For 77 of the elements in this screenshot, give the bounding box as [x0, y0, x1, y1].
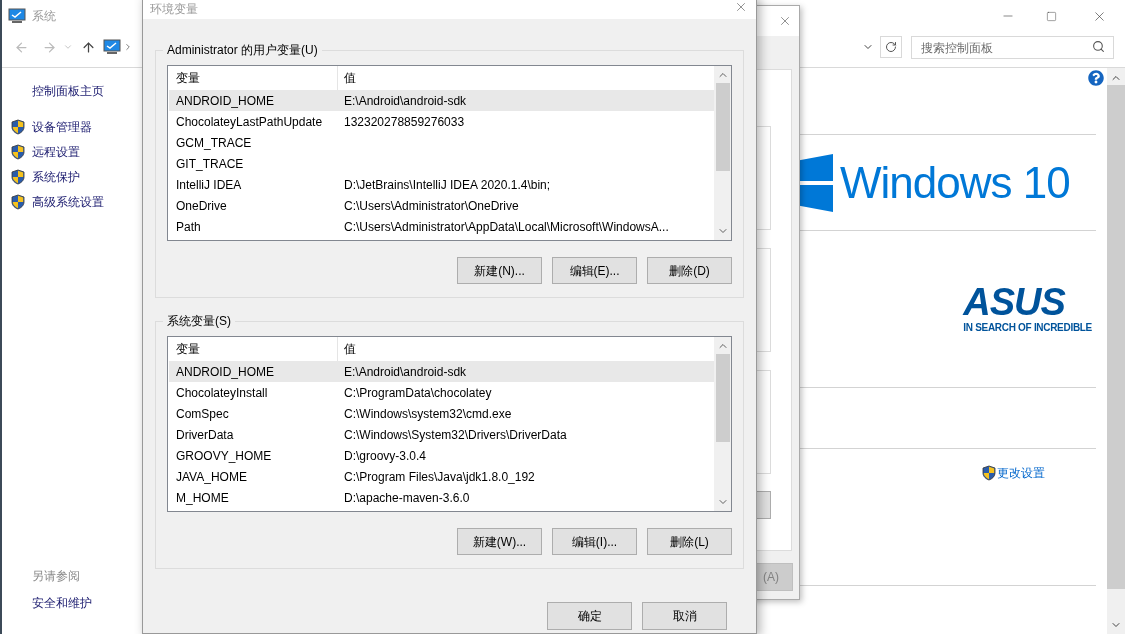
variable-value: C:\Windows\System32\Drivers\DriverData — [343, 426, 567, 444]
variable-value: E:\Android\android-sdk — [343, 363, 467, 381]
variable-name: DriverData — [175, 426, 235, 444]
variable-name: IntelliJ IDEA — [175, 176, 243, 194]
change-settings-link[interactable]: 更改设置 — [997, 464, 1045, 482]
window-title: 系统 — [32, 8, 56, 25]
variable-name: GCM_TRACE — [175, 134, 253, 152]
dialog-button[interactable]: 删除(D) — [647, 257, 732, 284]
sidebar-link[interactable]: 系统保护 — [32, 167, 80, 186]
monitor-icon — [103, 39, 121, 55]
variable-value: D:\apache-maven-3.6.0 — [343, 489, 470, 507]
variable-name: JAVA_HOME — [175, 468, 248, 486]
logo-tagline: IN SEARCH OF INCREDIBLE — [963, 320, 1092, 335]
shield-icon — [10, 193, 26, 210]
logo-text: ASUS — [963, 283, 1065, 320]
variable-row[interactable]: ANDROID_HOME E:\Android\android-sdk — [169, 361, 714, 382]
dialog-button[interactable]: 编辑(I)... — [552, 528, 637, 555]
variable-name: Path — [175, 218, 202, 236]
sidebar-link[interactable]: 高级系统设置 — [32, 192, 104, 211]
help-icon[interactable] — [1088, 70, 1104, 86]
sidebar-link[interactable]: 安全和维护 — [32, 594, 144, 612]
scrollbar[interactable] — [714, 66, 731, 240]
sidebar-link[interactable]: 控制面板主页 — [32, 82, 144, 100]
refresh-button[interactable] — [880, 36, 902, 58]
shield-icon — [10, 143, 26, 160]
refresh-icon — [885, 41, 897, 53]
close-icon[interactable] — [778, 14, 792, 28]
back-icon[interactable] — [14, 39, 29, 55]
variable-value: D:\JetBrains\IntelliJ IDEA 2020.1.4\bin; — [343, 176, 551, 194]
search-field[interactable]: 搜索控制面板 — [911, 36, 1114, 60]
monitor-icon — [8, 8, 26, 24]
scrollbar-thumb[interactable] — [715, 83, 730, 171]
scrollbar[interactable] — [714, 337, 731, 511]
breadcrumb-chevron-icon[interactable] — [123, 42, 133, 52]
variable-value: 132320278859276033 — [343, 113, 465, 131]
variable-name: ChocolateyInstall — [175, 384, 269, 402]
see-also-heading: 另请参阅 — [32, 568, 81, 585]
dialog-button[interactable]: 新建(W)... — [457, 528, 542, 555]
variable-value: C:\Users\Administrator\AppData\Local\Microsoft\WindowsA... — [343, 218, 669, 236]
history-dropdown-icon[interactable] — [63, 42, 73, 52]
shield-icon — [981, 465, 997, 481]
column-header[interactable]: 值 — [338, 337, 714, 361]
scrollbar-thumb[interactable] — [715, 354, 730, 442]
variable-value: D:\groovy-3.0.4 — [343, 447, 427, 465]
dialog-button[interactable]: 删除(L) — [647, 528, 732, 555]
maximize-icon[interactable] — [1046, 10, 1057, 22]
shield-icon — [10, 118, 26, 135]
dialog-button[interactable]: 取消 — [642, 602, 727, 630]
dialog-button[interactable]: 新建(N)... — [457, 257, 542, 284]
dialog-button[interactable]: 编辑(E)... — [552, 257, 637, 284]
group-label: 系统变量(S) — [166, 313, 232, 330]
variable-name: ANDROID_HOME — [175, 92, 275, 110]
dialog-button[interactable]: 确定 — [547, 602, 632, 630]
dialog-title: 环境变量 — [150, 1, 198, 18]
variable-name: GROOVY_HOME — [175, 447, 273, 465]
sidebar-link[interactable]: 设备管理器 — [32, 117, 92, 136]
variable-name: GIT_TRACE — [175, 155, 245, 173]
variable-name: ComSpec — [175, 405, 230, 423]
sidebar-link[interactable]: 远程设置 — [32, 142, 80, 161]
variable-name: ANDROID_HOME — [175, 363, 275, 381]
shield-icon — [10, 168, 26, 185]
variable-value: C:\Windows\system32\cmd.exe — [343, 405, 512, 423]
variable-value: C:\ProgramData\chocolatey — [343, 384, 492, 402]
variable-name: OneDrive — [175, 197, 228, 215]
variable-name: ChocolateyLastPathUpdate — [175, 113, 324, 131]
variable-row[interactable]: ANDROID_HOME E:\Android\android-sdk — [169, 90, 714, 111]
column-header[interactable]: 值 — [338, 66, 714, 90]
search-icon — [1092, 39, 1105, 53]
forward-icon[interactable] — [42, 39, 57, 55]
variable-value: E:\Android\android-sdk — [343, 92, 467, 110]
group-label: Administrator 的用户变量(U) — [166, 42, 319, 59]
variable-value: C:\Users\Administrator\OneDrive — [343, 197, 519, 215]
variable-name: M_HOME — [175, 489, 230, 507]
close-icon[interactable] — [734, 0, 748, 14]
edition-logo-text: Windows 10 — [840, 160, 1070, 205]
up-icon[interactable] — [81, 39, 96, 55]
variable-value: C:\Program Files\Java\jdk1.8.0_192 — [343, 468, 535, 486]
